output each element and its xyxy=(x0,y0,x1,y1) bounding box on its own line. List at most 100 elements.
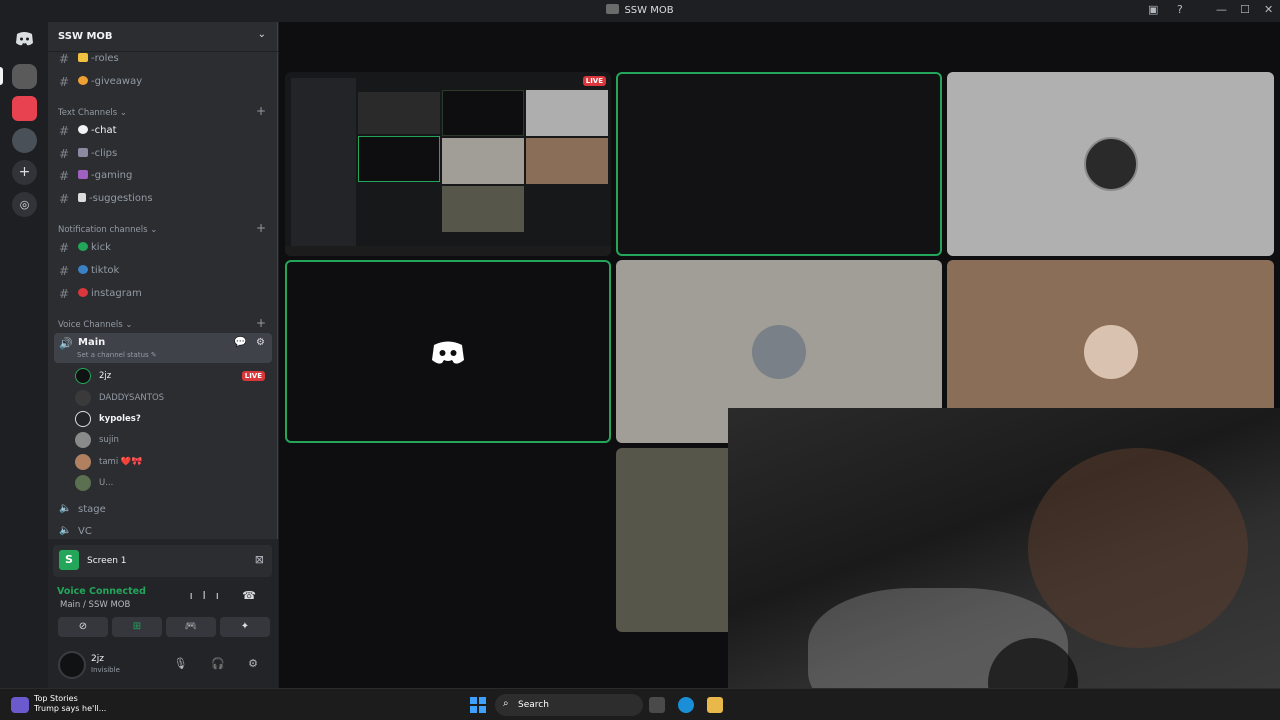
folder-icon xyxy=(78,53,88,62)
minimize-button[interactable]: — xyxy=(1216,3,1227,16)
voice-connected-status[interactable]: Voice Connected xyxy=(57,586,146,597)
avatar xyxy=(75,454,91,470)
discover-icon[interactable]: ◎ xyxy=(12,192,37,217)
voice-user[interactable]: kypoles? xyxy=(75,409,271,429)
nested-tile xyxy=(526,138,608,184)
speech-bubble-icon xyxy=(78,125,88,134)
add-channel-icon[interactable]: + xyxy=(256,104,266,118)
channel-label: -gaming xyxy=(78,170,132,181)
soundboard-button[interactable]: ✦ xyxy=(220,617,270,637)
channel-instagram[interactable]: # instagram xyxy=(54,284,272,304)
channel-label: -roles xyxy=(78,53,119,64)
hash-icon: # xyxy=(59,192,70,206)
hash-icon: # xyxy=(59,169,70,183)
channel-label: VC xyxy=(78,526,92,537)
selected-server-pill xyxy=(0,67,3,85)
nested-tile xyxy=(358,92,440,134)
participant-tile[interactable] xyxy=(947,72,1274,256)
voice-user[interactable]: DADDYSANTOS xyxy=(75,388,271,408)
add-channel-icon[interactable]: + xyxy=(256,221,266,235)
file-explorer-icon[interactable] xyxy=(707,697,723,713)
nested-taskbar xyxy=(285,246,611,256)
voice-user[interactable]: sujin xyxy=(75,430,271,450)
server-rail: + ◎ xyxy=(0,22,48,688)
hash-icon: # xyxy=(59,264,70,278)
help-icon[interactable]: ? xyxy=(1177,3,1183,16)
stream-preview-card[interactable]: S Screen 1 ⊠ xyxy=(53,545,272,577)
voice-channel-main[interactable]: 🔊 Main Set a channel status ✎ 💬 ⚙ xyxy=(54,333,272,363)
add-channel-icon[interactable]: + xyxy=(256,316,266,330)
news-widget-icon[interactable] xyxy=(11,697,29,713)
windows-taskbar: Top Stories Trump says he'll... ⌕ Search xyxy=(0,688,1280,720)
channel-status[interactable]: Set a channel status ✎ xyxy=(77,351,157,359)
nested-tile xyxy=(442,186,524,232)
add-server-icon[interactable]: + xyxy=(12,160,37,185)
avatar[interactable] xyxy=(58,651,86,679)
hash-icon: # xyxy=(59,287,70,301)
screen-share-button[interactable]: ⊞ xyxy=(112,617,162,637)
hash-icon: # xyxy=(59,52,70,66)
start-menu-icon[interactable] xyxy=(470,697,486,713)
server-red-icon[interactable] xyxy=(12,96,37,121)
voice-channel-actions[interactable]: 💬 ⚙ xyxy=(234,337,268,348)
speaker-icon: 🔊 xyxy=(59,337,73,350)
avatar xyxy=(752,324,806,379)
close-button[interactable]: ✕ xyxy=(1264,3,1273,16)
stream-tile[interactable]: LIVE xyxy=(285,72,611,256)
channel-label: instagram xyxy=(78,288,142,299)
discord-logo-icon xyxy=(421,325,475,379)
channel-clips[interactable]: # -clips xyxy=(54,144,272,164)
nested-tile xyxy=(442,90,524,136)
inbox-icon[interactable]: ▣ xyxy=(1148,3,1158,16)
live-badge: LIVE xyxy=(582,76,606,86)
channel-kick[interactable]: # kick xyxy=(54,238,272,258)
taskbar-search[interactable]: ⌕ Search xyxy=(495,694,643,716)
edge-browser-icon[interactable] xyxy=(678,697,694,713)
news-widget[interactable]: Top Stories Trump says he'll... xyxy=(34,694,106,714)
chevron-down-icon[interactable]: ⌄ xyxy=(258,29,266,40)
channel-label: -chat xyxy=(78,125,117,136)
category-text-channels[interactable]: Text Channels ⌄ xyxy=(58,108,127,118)
voice-location[interactable]: Main / SSW MOB xyxy=(60,600,130,610)
discord-home-icon[interactable] xyxy=(12,26,37,51)
nested-tile xyxy=(442,138,524,184)
voice-controls[interactable]: ılı ☎ xyxy=(190,589,266,602)
voice-user-name: tami ❤️🎀 xyxy=(99,457,143,467)
live-badge: LIVE xyxy=(241,371,265,381)
maximize-button[interactable]: ☐ xyxy=(1240,3,1250,16)
channel-chat[interactable]: # -chat xyxy=(54,121,272,141)
server-header[interactable]: SSW MOB ⌄ xyxy=(48,22,278,52)
note-icon xyxy=(78,193,86,202)
voice-user[interactable]: tami ❤️🎀 xyxy=(75,452,271,472)
voice-user[interactable]: U... xyxy=(75,473,271,493)
task-view-icon[interactable] xyxy=(649,697,665,713)
channel-tiktok[interactable]: # tiktok xyxy=(54,261,272,281)
voice-user[interactable]: 2jz LIVE xyxy=(75,366,271,386)
screen-share-icon: S xyxy=(59,550,79,570)
participant-tile[interactable] xyxy=(616,72,942,256)
window-title: SSW MOB xyxy=(0,4,1280,16)
user-controls[interactable]: 🎙 🎧 ⚙ xyxy=(173,657,268,670)
channel-giveaway[interactable]: # -giveaway xyxy=(54,72,272,92)
green-circle-icon xyxy=(78,242,88,251)
channel-suggestions[interactable]: # -suggestions xyxy=(54,189,272,209)
category-notification-channels[interactable]: Notification channels ⌄ xyxy=(58,225,157,235)
hash-icon: # xyxy=(59,241,70,255)
server-ssw-mob-icon[interactable] xyxy=(12,64,37,89)
channel-roles[interactable]: # -roles xyxy=(54,49,272,69)
hash-icon: # xyxy=(59,124,70,138)
camera-off-button[interactable]: ⊘ xyxy=(58,617,108,637)
nested-tile xyxy=(358,136,440,182)
user-status: Invisible xyxy=(91,666,120,674)
channel-gaming[interactable]: # -gaming xyxy=(54,166,272,186)
participant-tile[interactable] xyxy=(285,260,611,443)
voice-user-name: sujin xyxy=(99,435,119,445)
stop-stream-icon[interactable]: ⊠ xyxy=(255,553,264,566)
voice-channel-stage[interactable]: 🔈 stage xyxy=(54,500,272,520)
server-voice-icon[interactable] xyxy=(12,128,37,153)
window-title-text: SSW MOB xyxy=(624,5,674,16)
camera-icon xyxy=(78,148,88,157)
activities-button[interactable]: 🎮 xyxy=(166,617,216,637)
voice-user-name: 2jz xyxy=(99,371,112,381)
category-voice-channels[interactable]: Voice Channels ⌄ xyxy=(58,320,132,330)
